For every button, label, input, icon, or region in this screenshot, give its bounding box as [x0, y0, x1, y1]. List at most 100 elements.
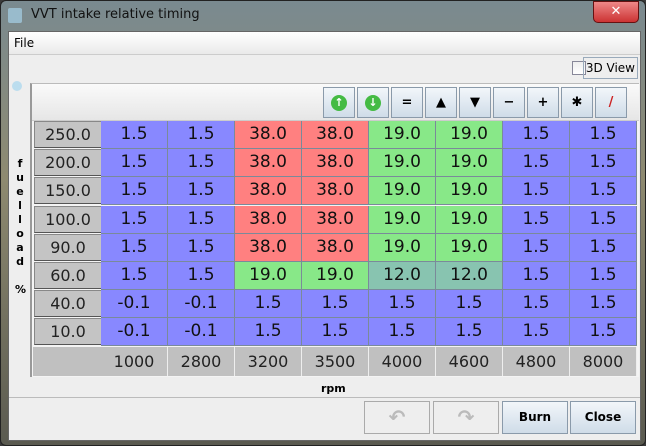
table-cell[interactable]: 19.0 [369, 121, 436, 149]
table-cell[interactable]: 38.0 [302, 177, 369, 206]
table-cell[interactable]: 1.5 [503, 318, 570, 347]
column-header[interactable]: 1000 [101, 346, 168, 376]
table-cell[interactable]: 19.0 [369, 177, 436, 206]
table-cell[interactable]: 1.5 [101, 149, 168, 178]
column-header[interactable]: 2800 [168, 346, 235, 376]
undo-button[interactable]: ↶ [364, 401, 430, 434]
burn-button[interactable]: Burn [502, 401, 568, 434]
table-cell[interactable]: 1.5 [168, 205, 235, 234]
table-cell[interactable]: 1.5 [503, 121, 570, 149]
table-cell[interactable]: 1.5 [436, 318, 503, 347]
3d-view-label: 3D View [585, 61, 635, 75]
row-header[interactable]: 10.0 [34, 318, 102, 346]
table-cell[interactable]: 1.5 [570, 233, 637, 262]
table-cell[interactable]: 38.0 [235, 205, 302, 234]
table-cell[interactable]: 1.5 [302, 318, 369, 347]
row-header[interactable]: 150.0 [34, 177, 102, 205]
plus-icon: + [537, 95, 549, 110]
table-cell[interactable]: 19.0 [436, 205, 503, 234]
up-button[interactable]: ▲ [425, 87, 457, 118]
3d-view-toggle[interactable]: 3D View [582, 57, 638, 79]
column-header[interactable]: 3200 [235, 346, 302, 376]
table-cell[interactable]: 1.5 [235, 318, 302, 347]
table-cell[interactable]: 1.5 [570, 290, 637, 319]
table-cell[interactable]: 19.0 [436, 121, 503, 149]
table-cell[interactable]: 38.0 [235, 121, 302, 149]
table-cell[interactable]: 1.5 [302, 290, 369, 319]
table-cell[interactable]: 1.5 [570, 121, 637, 149]
y-axis-label-char: o [16, 227, 24, 240]
table-cell[interactable]: 12.0 [369, 262, 436, 290]
table-cell[interactable]: 38.0 [302, 149, 369, 178]
interpolate-button[interactable]: / [595, 87, 627, 118]
table-cell[interactable]: 1.5 [503, 290, 570, 319]
table-cell[interactable]: 38.0 [302, 121, 369, 149]
table-cell[interactable]: -0.1 [101, 318, 168, 347]
table-cell[interactable]: 19.0 [436, 149, 503, 178]
table-cell[interactable]: 1.5 [570, 318, 637, 347]
table-cell[interactable]: 19.0 [436, 177, 503, 206]
table-cell[interactable]: 1.5 [168, 233, 235, 262]
table-cell[interactable]: 1.5 [503, 177, 570, 206]
table-cell[interactable]: 1.5 [570, 149, 637, 178]
table-cell[interactable]: -0.1 [168, 290, 235, 319]
row-header[interactable]: 90.0 [34, 233, 102, 261]
decrement-green-button[interactable]: ↓ [357, 87, 389, 118]
table-cell[interactable]: 1.5 [369, 318, 436, 347]
table-cell[interactable]: -0.1 [101, 290, 168, 319]
table-cell[interactable]: 1.5 [503, 262, 570, 290]
table-cell[interactable]: 1.5 [570, 205, 637, 234]
table-cell[interactable]: 1.5 [369, 290, 436, 319]
table-cell[interactable]: 1.5 [503, 149, 570, 178]
close-button[interactable]: Close [570, 401, 636, 434]
table-cell[interactable]: 38.0 [302, 205, 369, 234]
window-close-button[interactable]: ✕ [593, 1, 639, 23]
table-cell[interactable]: 19.0 [369, 233, 436, 262]
table-cell[interactable]: 1.5 [570, 177, 637, 206]
table-cell[interactable]: 19.0 [369, 149, 436, 178]
table-cell[interactable]: 1.5 [101, 233, 168, 262]
table-cell[interactable]: 38.0 [302, 233, 369, 262]
redo-button[interactable]: ↷ [433, 401, 499, 434]
table-cell[interactable]: 1.5 [168, 177, 235, 206]
minus-button[interactable]: − [493, 87, 525, 118]
table-cell[interactable]: 19.0 [369, 205, 436, 234]
row-header[interactable]: 100.0 [34, 205, 102, 233]
table-cell[interactable]: 1.5 [503, 205, 570, 234]
table-cell[interactable]: 1.5 [168, 262, 235, 290]
table-cell[interactable]: 1.5 [101, 121, 168, 149]
equals-button[interactable]: = [391, 87, 423, 118]
table-cell[interactable]: 1.5 [168, 149, 235, 178]
table-cell[interactable]: 1.5 [101, 177, 168, 206]
row-header[interactable]: 60.0 [34, 262, 102, 289]
column-header[interactable]: 3500 [302, 346, 369, 376]
table-cell[interactable]: 1.5 [101, 262, 168, 290]
column-header[interactable]: 8000 [570, 346, 637, 376]
table-cell[interactable]: 1.5 [570, 262, 637, 290]
table-cell[interactable]: -0.1 [168, 318, 235, 347]
increment-green-button[interactable]: ↑ [323, 87, 355, 118]
plus-button[interactable]: + [527, 87, 559, 118]
table-cell[interactable]: 1.5 [168, 121, 235, 149]
menu-file[interactable]: File [14, 36, 34, 50]
table-cell[interactable]: 1.5 [436, 290, 503, 319]
table-cell[interactable]: 1.5 [503, 233, 570, 262]
window: VVT intake relative timing ✕ File 3D Vie… [0, 0, 646, 446]
table-cell[interactable]: 1.5 [101, 205, 168, 234]
table-cell[interactable]: 19.0 [235, 262, 302, 290]
column-header[interactable]: 4000 [369, 346, 436, 376]
table-cell[interactable]: 38.0 [235, 233, 302, 262]
column-header[interactable]: 4600 [436, 346, 503, 376]
table-cell[interactable]: 38.0 [235, 177, 302, 206]
multiply-button[interactable]: ✱ [561, 87, 593, 118]
row-header[interactable]: 200.0 [34, 149, 102, 177]
table-cell[interactable]: 19.0 [302, 262, 369, 290]
column-header[interactable]: 4800 [503, 346, 570, 376]
table-cell[interactable]: 1.5 [235, 290, 302, 319]
table-cell[interactable]: 38.0 [235, 149, 302, 178]
row-header[interactable]: 40.0 [34, 290, 102, 318]
table-cell[interactable]: 12.0 [436, 262, 503, 290]
table-cell[interactable]: 19.0 [436, 233, 503, 262]
row-header[interactable]: 250.0 [34, 121, 102, 148]
down-button[interactable]: ▼ [459, 87, 491, 118]
